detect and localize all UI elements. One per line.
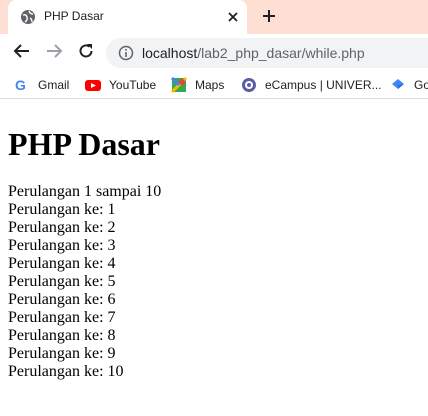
loop-line: Perulangan ke: 5 [8,273,116,290]
browser-toolbar: localhost/lab2_php_dasar/while.php [0,34,428,72]
loop-line: Perulangan ke: 9 [8,345,116,362]
address-bar[interactable]: localhost/lab2_php_dasar/while.php [106,38,428,68]
bookmark-maps[interactable]: Maps [171,76,224,94]
reload-button[interactable] [74,41,98,65]
loop-line: Perulangan ke: 2 [8,219,116,236]
svg-text:G: G [15,77,26,93]
back-arrow-icon [13,42,31,65]
plus-icon [262,9,276,28]
loop-line: Perulangan ke: 7 [8,309,116,326]
loop-line: Perulangan ke: 8 [8,327,116,344]
ecampus-icon [241,77,257,93]
new-tab-button[interactable] [258,7,280,29]
bookmark-ecampus[interactable]: eCampus | UNIVER... [241,76,381,94]
bookmark-label: Gmail [38,78,70,92]
intro-text: Perulangan 1 sampai 10 [8,183,162,200]
loop-output: Perulangan 1 sampai 10 Perulangan ke: 1 … [8,183,161,381]
tab-php-dasar[interactable]: PHP Dasar [8,0,247,34]
bookmark-youtube[interactable]: YouTube [85,76,156,94]
loop-line: Perulangan ke: 6 [8,291,116,308]
forward-arrow-icon [45,42,63,65]
globe-icon [20,9,36,25]
bookmark-label: YouTube [109,78,157,92]
bookmarks-bar: G Gmail YouTube Maps eCampus | UNIVER...… [0,72,428,99]
bookmark-label: Go [414,78,428,92]
back-button[interactable] [10,41,34,65]
tab-strip: PHP Dasar [0,0,428,34]
close-icon[interactable] [223,7,243,27]
url-text: localhost/lab2_php_dasar/while.php [142,45,365,61]
bookmark-label: Maps [195,78,225,92]
tab-title: PHP Dasar [44,9,104,23]
url-host: localhost [142,45,198,61]
bookmark-label: eCampus | UNIVER... [265,78,382,92]
google-bookmark-icon [390,77,406,93]
maps-icon [171,77,187,93]
loop-line: Perulangan ke: 1 [8,201,116,218]
url-path: /lab2_php_dasar/while.php [197,45,365,61]
loop-line: Perulangan ke: 3 [8,237,116,254]
forward-button[interactable] [42,41,66,65]
loop-line: Perulangan ke: 10 [8,363,124,380]
youtube-icon [85,77,101,93]
bookmark-gmail[interactable]: G Gmail [14,76,69,94]
gmail-icon: G [14,77,30,93]
page-heading: PHP Dasar [8,126,160,162]
loop-line: Perulangan ke: 4 [8,255,116,272]
reload-icon [77,42,95,65]
bookmark-google[interactable]: Go [390,76,428,94]
info-icon[interactable] [118,45,134,61]
